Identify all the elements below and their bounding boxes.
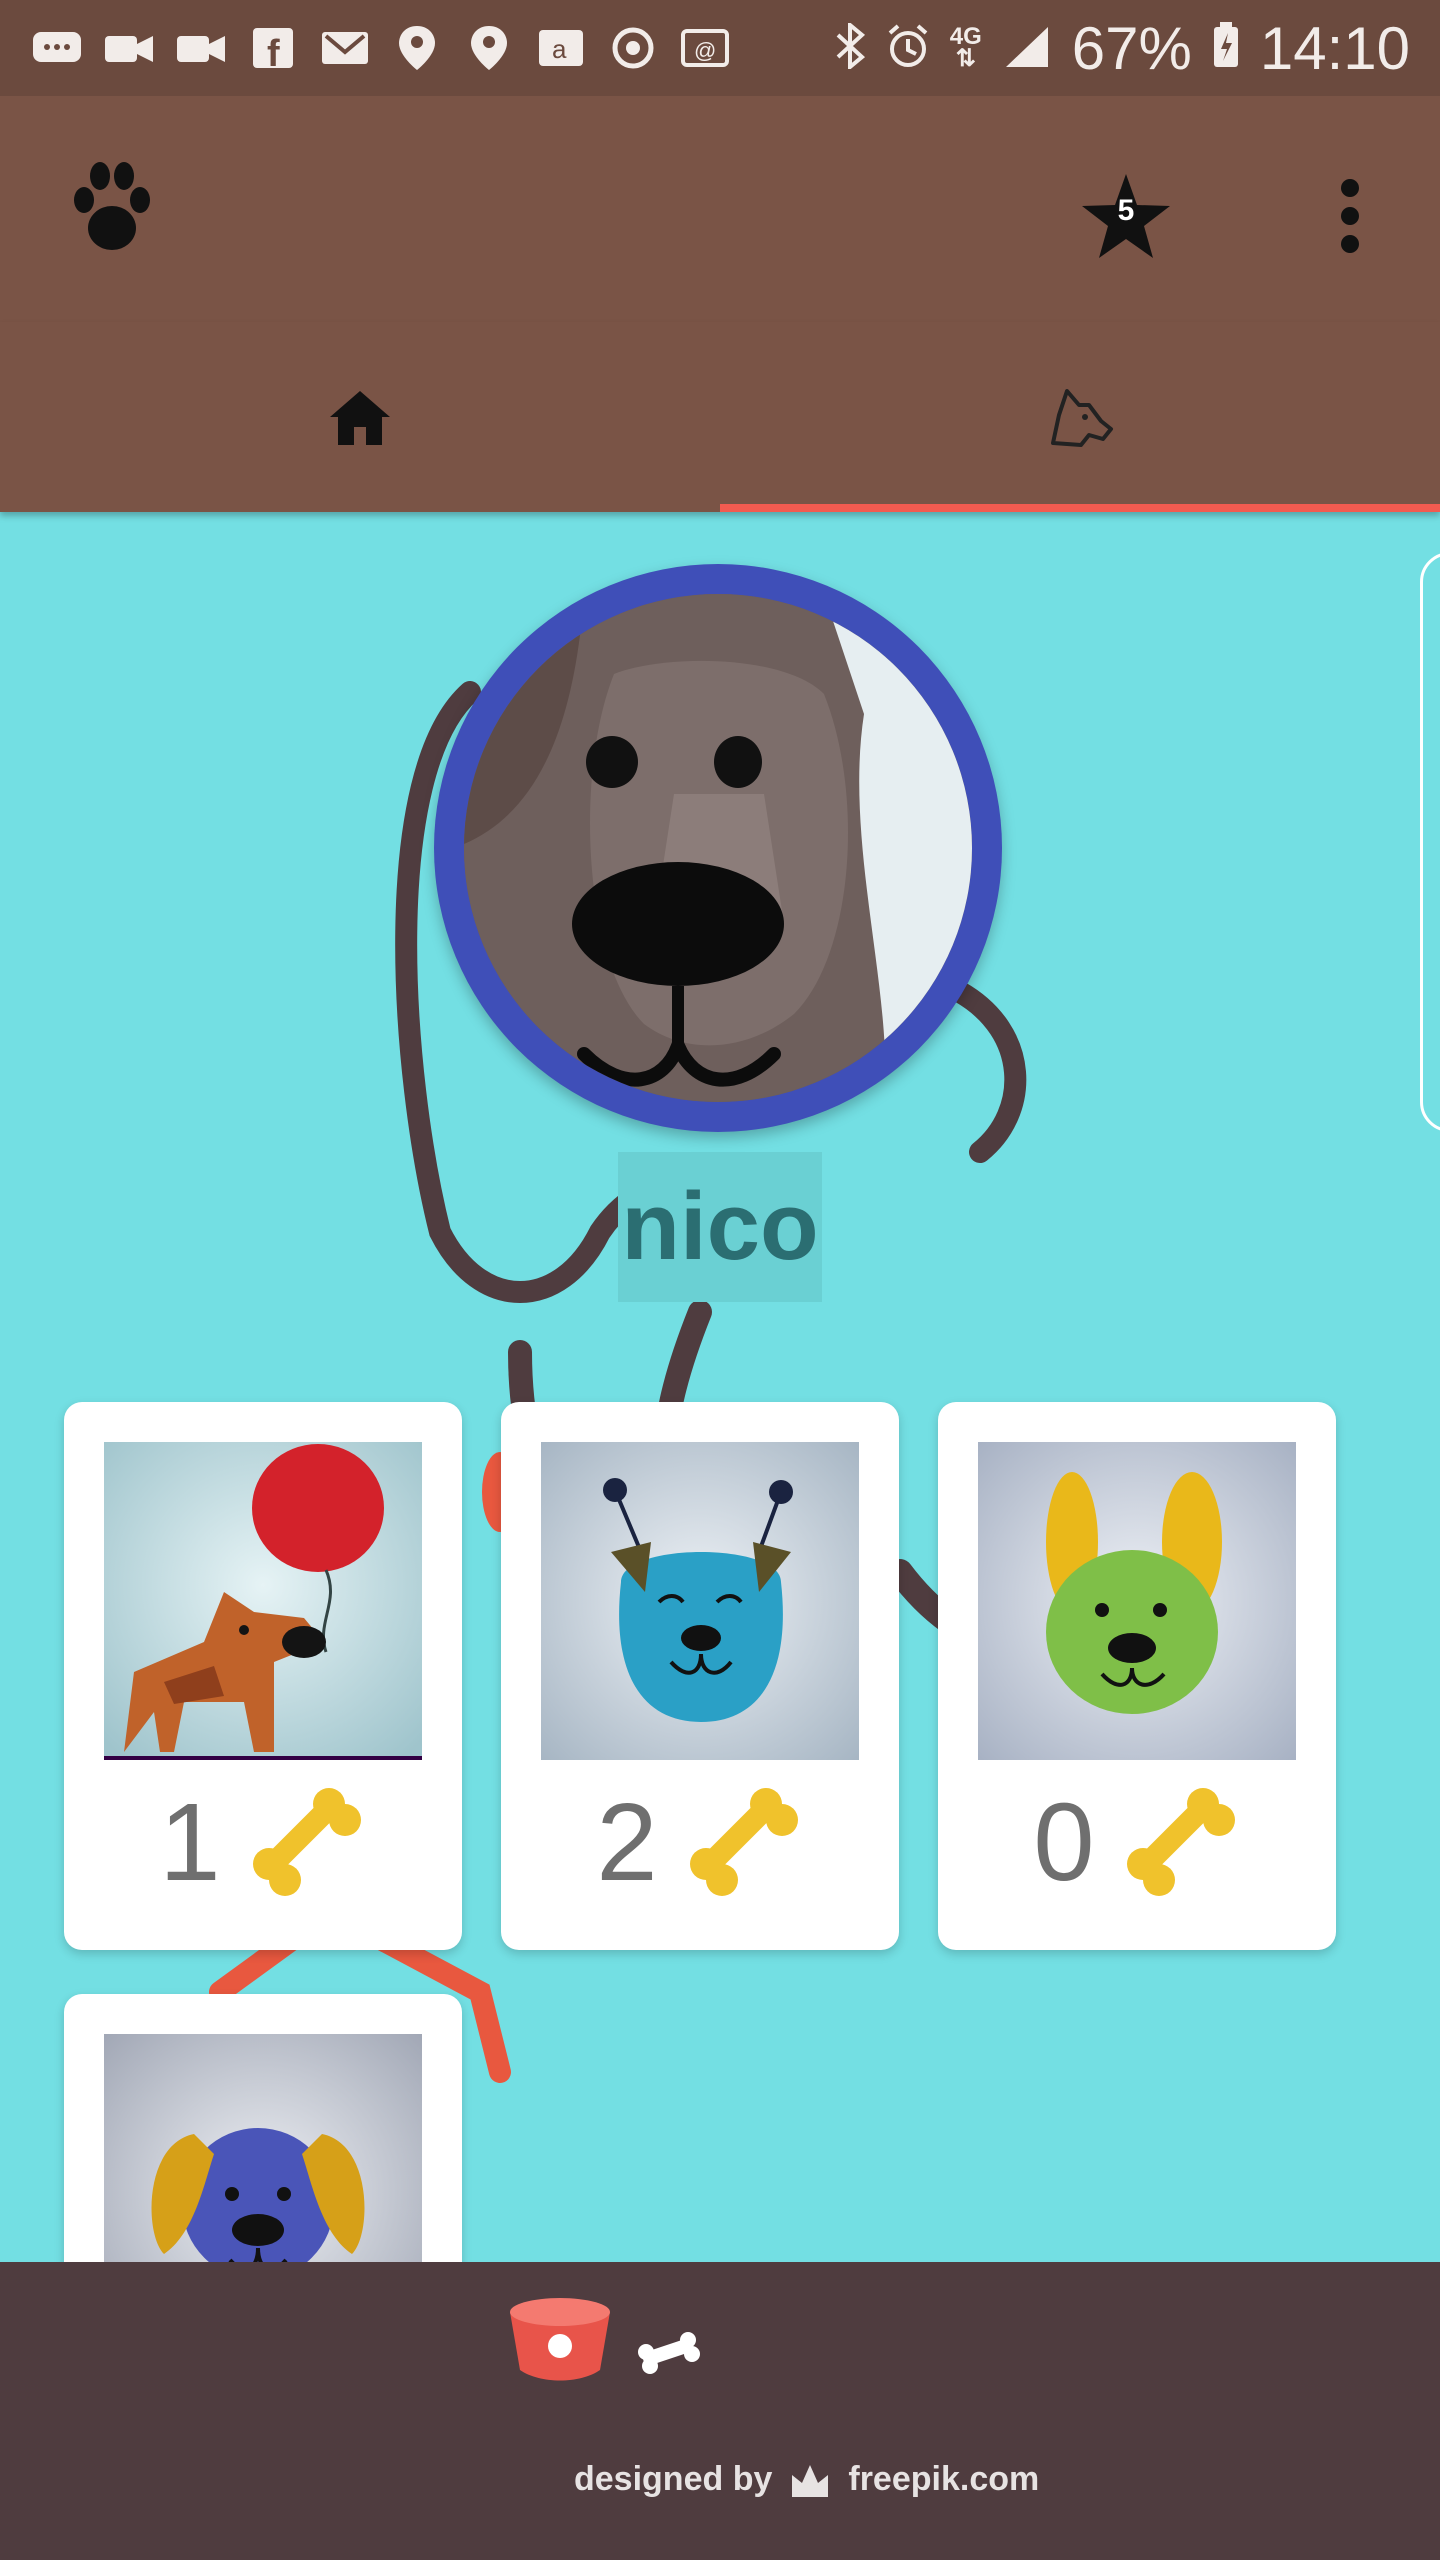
bone-count: 0 — [938, 1781, 1336, 1904]
avatar-photo — [464, 594, 972, 1102]
tab-indicator — [720, 504, 1440, 512]
location-icon — [390, 24, 444, 72]
dog-card[interactable]: 2 — [501, 1402, 899, 1950]
dog-card[interactable]: 1 — [64, 1402, 462, 1950]
profile-name: nico — [618, 1152, 822, 1302]
location-icon — [462, 24, 516, 72]
bone-icon — [252, 1788, 361, 1896]
bone-count-value: 2 — [596, 1780, 658, 1904]
dog-image-blue — [541, 1442, 859, 1760]
video-icon — [102, 24, 156, 72]
email-icon: @ — [678, 24, 732, 72]
clock-time: 14:10 — [1259, 14, 1410, 82]
battery-percent: 67% — [1071, 14, 1192, 82]
dog-card[interactable]: 0 — [938, 1402, 1336, 1950]
star-badge-button[interactable]: 5 — [1080, 172, 1172, 262]
app-bar: 5 — [0, 96, 1440, 322]
status-bar: f a @ 4G ⇅ 67% 14:10 — [0, 0, 1440, 96]
food-bowl-icon — [510, 2298, 700, 2381]
network-4g-icon: 4G ⇅ — [949, 23, 982, 72]
tab-home[interactable] — [0, 322, 720, 512]
bone-count: 1 — [64, 1781, 462, 1904]
facebook-icon: f — [246, 24, 300, 72]
bone-count-value: 1 — [159, 1780, 221, 1904]
tab-bar — [0, 322, 1440, 512]
dog-image-purple — [104, 2034, 422, 2262]
dog-head-icon — [1051, 389, 1113, 447]
credit-brand: freepik.com — [848, 2459, 1040, 2498]
credit-text: designed by — [574, 2459, 773, 2498]
svg-text:@: @ — [694, 38, 716, 63]
svg-text:a: a — [552, 34, 567, 64]
profile-avatar[interactable] — [434, 564, 1002, 1132]
dog-image-orange — [104, 1442, 422, 1760]
bone-icon — [1126, 1788, 1235, 1896]
video-icon — [174, 24, 228, 72]
paw-icon[interactable] — [70, 156, 154, 256]
freepik-logo-icon — [792, 2465, 829, 2497]
sync-icon — [606, 24, 660, 72]
next-page-edge — [1420, 552, 1440, 1132]
battery-icon — [1212, 14, 1240, 83]
bone-icon — [689, 1788, 798, 1896]
dog-card[interactable]: 1 — [64, 1994, 462, 2262]
bone-count-value: 0 — [1033, 1780, 1095, 1904]
signal-icon — [1002, 14, 1052, 83]
message-icon — [30, 24, 84, 72]
footer: designed by freepik.com — [0, 2262, 1440, 2560]
svg-text:f: f — [267, 33, 280, 70]
main-content: nico 1 2 0 — [0, 512, 1440, 2262]
alarm-icon — [886, 14, 930, 83]
tab-dog[interactable] — [720, 322, 1440, 512]
more-vert-icon[interactable] — [1330, 166, 1370, 266]
home-icon — [330, 391, 390, 445]
toolbar: 5 — [0, 96, 1440, 322]
star-badge-count: 5 — [1117, 194, 1135, 227]
amazon-icon: a — [534, 24, 588, 72]
bluetooth-icon — [834, 14, 866, 83]
dog-image-green — [978, 1442, 1296, 1760]
gmail-icon — [318, 24, 372, 72]
footer-credit: designed by freepik.com — [574, 2457, 1039, 2501]
bone-count: 2 — [501, 1781, 899, 1904]
